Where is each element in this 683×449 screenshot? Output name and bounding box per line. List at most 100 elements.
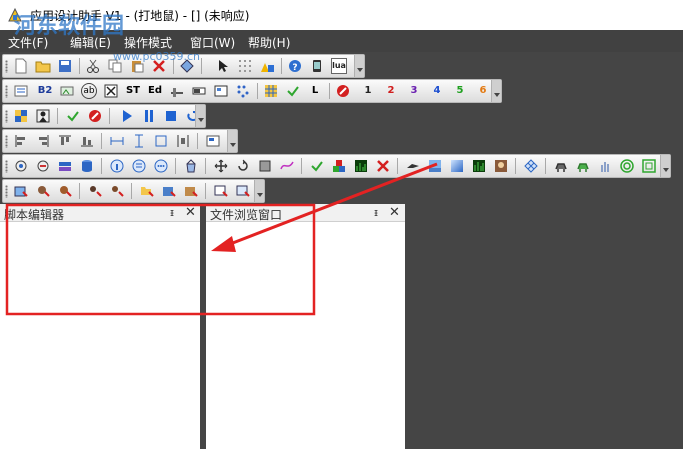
action-photo-icon[interactable] <box>183 183 199 199</box>
align-top-icon[interactable] <box>57 133 73 149</box>
checkbox-x-icon[interactable] <box>103 83 119 99</box>
move-icon[interactable] <box>213 158 229 174</box>
toolbar-grip[interactable] <box>5 110 8 123</box>
books-icon[interactable] <box>57 158 73 174</box>
database-icon[interactable] <box>79 158 95 174</box>
menu-operation-mode[interactable]: 操作模式 <box>124 34 172 51</box>
toolbar-overflow-chevron[interactable] <box>254 180 264 202</box>
close-icon[interactable]: ✕ <box>185 205 196 220</box>
sprite-icon[interactable] <box>493 158 509 174</box>
more-circle-icon[interactable] <box>153 158 169 174</box>
ed-button[interactable]: Ed <box>147 83 163 99</box>
toolbar-grip[interactable] <box>5 185 8 198</box>
action-picture-icon[interactable] <box>13 183 29 199</box>
delete-component-icon[interactable] <box>375 158 391 174</box>
slot-1-button[interactable]: 1 <box>360 83 376 99</box>
action-people-2-icon[interactable] <box>109 183 125 199</box>
gradient-image-icon[interactable] <box>449 158 465 174</box>
resize-icon[interactable] <box>257 158 273 174</box>
slider-icon[interactable] <box>169 83 185 99</box>
slot-4-button[interactable]: 4 <box>429 83 445 99</box>
info-circle-icon[interactable] <box>109 158 125 174</box>
action-image-icon[interactable] <box>161 183 177 199</box>
action-sprite-icon[interactable] <box>35 183 51 199</box>
rotate-icon[interactable] <box>235 158 251 174</box>
shapes-icon[interactable] <box>259 58 275 74</box>
no-entry-icon[interactable] <box>87 108 103 124</box>
list-circle-icon[interactable] <box>131 158 147 174</box>
same-width-icon[interactable] <box>109 133 125 149</box>
check-component-icon[interactable] <box>309 158 325 174</box>
table-icon[interactable] <box>263 83 279 99</box>
b2-button[interactable]: B2 <box>37 83 53 99</box>
save-icon[interactable] <box>57 58 73 74</box>
menu-window[interactable]: 窗口(W) <box>190 34 235 51</box>
pin-icon[interactable]: ᵻ <box>374 206 378 219</box>
slot-2-button[interactable]: 2 <box>383 83 399 99</box>
new-file-icon[interactable] <box>13 58 29 74</box>
action-people-icon[interactable] <box>87 183 103 199</box>
toolbar-overflow-chevron[interactable] <box>354 55 364 77</box>
pin-icon[interactable]: ᵻ <box>170 206 174 219</box>
character-icon[interactable] <box>35 108 51 124</box>
slot-3-button[interactable]: 3 <box>406 83 422 99</box>
menu-help[interactable]: 帮助(H) <box>248 34 290 51</box>
toolbar-grip[interactable] <box>5 85 8 98</box>
ab-label-button[interactable]: ab <box>81 83 97 99</box>
open-folder-icon[interactable] <box>35 58 51 74</box>
blocks-icon[interactable] <box>331 158 347 174</box>
play-icon[interactable] <box>119 108 135 124</box>
stop-icon[interactable] <box>163 108 179 124</box>
same-size-icon[interactable] <box>153 133 169 149</box>
form-icon[interactable] <box>13 83 29 99</box>
tilemap-icon[interactable] <box>523 158 539 174</box>
same-height-icon[interactable] <box>131 133 147 149</box>
file-browser-content[interactable] <box>206 222 405 449</box>
action-sprite-2-icon[interactable] <box>57 183 73 199</box>
animal-green-icon[interactable] <box>575 158 591 174</box>
export-icon[interactable] <box>35 158 51 174</box>
listview-icon[interactable] <box>213 83 229 99</box>
stop-circle-icon[interactable] <box>335 83 351 99</box>
settings-icon[interactable] <box>13 158 29 174</box>
action-window-2-icon[interactable] <box>235 183 251 199</box>
toolbar-overflow-chevron[interactable] <box>660 155 670 177</box>
grid-icon[interactable] <box>237 58 253 74</box>
help-icon[interactable]: ? <box>287 58 303 74</box>
align-bottom-icon[interactable] <box>79 133 95 149</box>
toolbar-grip[interactable] <box>5 160 8 173</box>
toolbar-grip[interactable] <box>5 135 8 148</box>
curve-icon[interactable] <box>279 158 295 174</box>
bucket-icon[interactable] <box>183 158 199 174</box>
dots-grid-icon[interactable] <box>235 83 251 99</box>
toolbar-overflow-chevron[interactable] <box>195 105 205 127</box>
chart-image-icon[interactable] <box>471 158 487 174</box>
bird-icon[interactable] <box>405 158 421 174</box>
action-folder-icon[interactable] <box>139 183 155 199</box>
align-left-icon[interactable] <box>13 133 29 149</box>
space-evenly-icon[interactable] <box>175 133 191 149</box>
cut-icon[interactable] <box>85 58 101 74</box>
script-editor-content[interactable] <box>0 222 200 449</box>
st-button[interactable]: ST <box>125 83 141 99</box>
image-control-icon[interactable] <box>59 83 75 99</box>
progress-icon[interactable] <box>191 83 207 99</box>
hand-icon[interactable] <box>597 158 613 174</box>
close-icon[interactable]: ✕ <box>389 205 400 220</box>
toolbar-overflow-chevron[interactable] <box>491 80 501 102</box>
l-button[interactable]: L <box>307 83 323 99</box>
pause-icon[interactable] <box>141 108 157 124</box>
bar-chart-icon[interactable] <box>353 158 369 174</box>
pointer-icon[interactable] <box>215 58 231 74</box>
sky-image-icon[interactable] <box>427 158 443 174</box>
frame-icon[interactable] <box>641 158 657 174</box>
slot-6-button[interactable]: 6 <box>475 83 491 99</box>
check-run-icon[interactable] <box>65 108 81 124</box>
slot-5-button[interactable]: 5 <box>452 83 468 99</box>
layout-icon[interactable] <box>205 133 221 149</box>
lua-icon[interactable]: lua <box>331 58 347 74</box>
toolbar-grip[interactable] <box>5 60 8 73</box>
animal-icon[interactable] <box>553 158 569 174</box>
color-grid-icon[interactable] <box>13 108 29 124</box>
toolbar-overflow-chevron[interactable] <box>227 130 237 152</box>
